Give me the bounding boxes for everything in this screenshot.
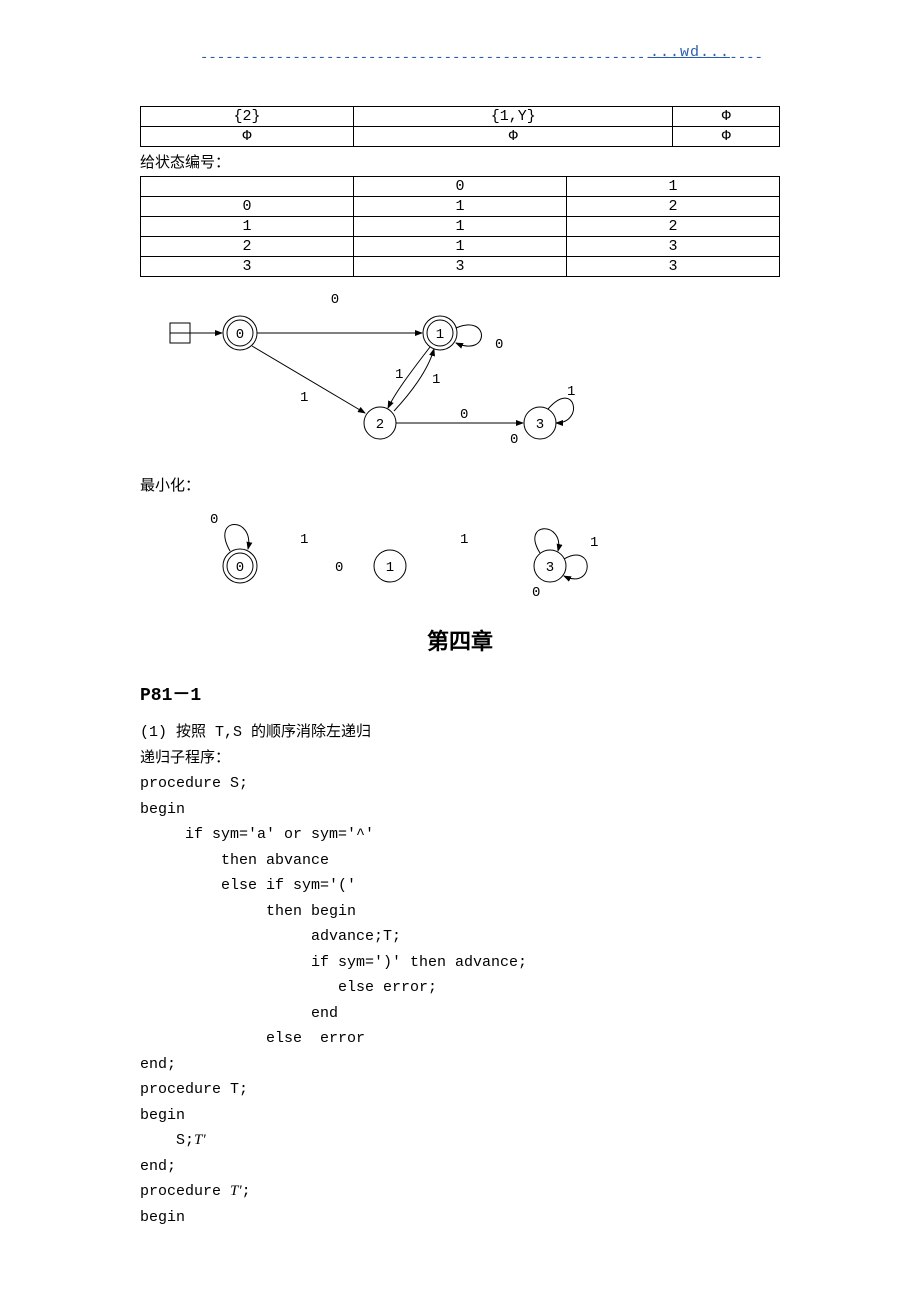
code-line: begin	[140, 801, 185, 818]
cell: Φ	[354, 127, 673, 147]
code-line: procedure S;	[140, 775, 248, 792]
edge-label: 0	[510, 432, 518, 448]
edge-label: 1	[567, 384, 575, 400]
table-row: Φ Φ Φ	[141, 127, 780, 147]
cell: 2	[567, 217, 780, 237]
table-row: 0 1 2	[141, 197, 780, 217]
table-transitions: 0 1 0 1 2 1 1 2 2 1 3 3 3 3	[140, 176, 780, 277]
node-label: 2	[376, 417, 384, 433]
table-row: 2 1 3	[141, 237, 780, 257]
table-row: 0 1	[141, 177, 780, 197]
table-sets: {2} {1,Y} Φ Φ Φ Φ	[140, 106, 780, 147]
edge-label: 0	[331, 292, 339, 308]
cell: Φ	[141, 127, 354, 147]
edge-label: 1	[300, 390, 308, 406]
state-diagram-2: 0 0 1 0 1 1 3 0 1	[140, 501, 780, 606]
code-line: end;	[140, 1056, 176, 1073]
edge-label: 0	[532, 585, 540, 601]
code-line: begin	[140, 1209, 185, 1226]
edge-label: 1	[395, 367, 403, 383]
node-label: 0	[236, 560, 244, 576]
table-row: 1 1 2	[141, 217, 780, 237]
code-line: else if sym='('	[140, 877, 356, 894]
cell: {1,Y}	[354, 107, 673, 127]
node-label: 3	[536, 417, 544, 433]
table-row: {2} {1,Y} Φ	[141, 107, 780, 127]
edge-label: 1	[300, 532, 308, 548]
node-label: 1	[436, 327, 444, 343]
code-line: procedure T;	[140, 1081, 248, 1098]
edge-label: 0	[495, 337, 503, 353]
edge-label: 1	[590, 535, 598, 551]
code-line: end	[140, 1005, 338, 1022]
code-line: advance;T;	[140, 928, 401, 945]
node-label: 3	[546, 560, 554, 576]
code-line: if sym='a' or sym='^'	[140, 826, 374, 843]
code-line: S;T′	[140, 1132, 206, 1149]
code-line: begin	[140, 1107, 185, 1124]
code-line: if sym=')' then advance;	[140, 954, 527, 971]
cell: 1	[141, 217, 354, 237]
cell: 1	[567, 177, 780, 197]
code-block: (1) 按照 T,S 的顺序消除左递归 递归子程序： procedure S; …	[140, 720, 780, 1230]
label-state-numbering: 给状态编号：	[140, 151, 780, 172]
edge-label: 0	[210, 512, 218, 528]
cell: 1	[354, 237, 567, 257]
edge-label: 1	[432, 372, 440, 388]
page: ...wd... -------------------------------…	[0, 50, 920, 1230]
cell: 3	[567, 257, 780, 277]
cell: Φ	[673, 107, 780, 127]
cell: 2	[141, 237, 354, 257]
cell: Φ	[673, 127, 780, 147]
edge-label: 1	[460, 532, 468, 548]
cell: 1	[354, 217, 567, 237]
header-wd-link: ...wd...	[650, 44, 730, 61]
code-line: then abvance	[140, 852, 329, 869]
state-diagram-1: 0 1 2 3 0 0 1	[140, 283, 780, 468]
section-heading: P81－1	[140, 680, 780, 706]
edge-label: 0	[460, 407, 468, 423]
cell: 3	[567, 237, 780, 257]
code-line: then begin	[140, 903, 356, 920]
code-line: (1) 按照 T,S 的顺序消除左递归	[140, 724, 371, 741]
code-line: procedure T′;	[140, 1183, 251, 1200]
edge-label: 0	[335, 560, 343, 576]
cell: 3	[354, 257, 567, 277]
state-diagram-1-svg: 0 1 2 3 0 0 1	[140, 283, 640, 463]
content-area: {2} {1,Y} Φ Φ Φ Φ 给状态编号： 0 1 0 1 2	[0, 66, 920, 1230]
cell: 3	[141, 257, 354, 277]
chapter-title: 第四章	[140, 624, 780, 656]
code-line: else error;	[140, 979, 437, 996]
code-line: end;	[140, 1158, 176, 1175]
cell: 1	[354, 197, 567, 217]
table-row: 3 3 3	[141, 257, 780, 277]
code-line: 递归子程序：	[140, 750, 230, 767]
code-line: else error	[140, 1030, 365, 1047]
page-header: ...wd... -------------------------------…	[0, 50, 920, 66]
cell: 2	[567, 197, 780, 217]
node-label: 1	[386, 560, 394, 576]
cell: {2}	[141, 107, 354, 127]
state-diagram-2-svg: 0 0 1 0 1 1 3 0 1	[140, 501, 620, 601]
cell: 0	[354, 177, 567, 197]
cell: 0	[141, 197, 354, 217]
cell	[141, 177, 354, 197]
label-minimize: 最小化：	[140, 474, 780, 495]
node-label: 0	[236, 327, 244, 343]
